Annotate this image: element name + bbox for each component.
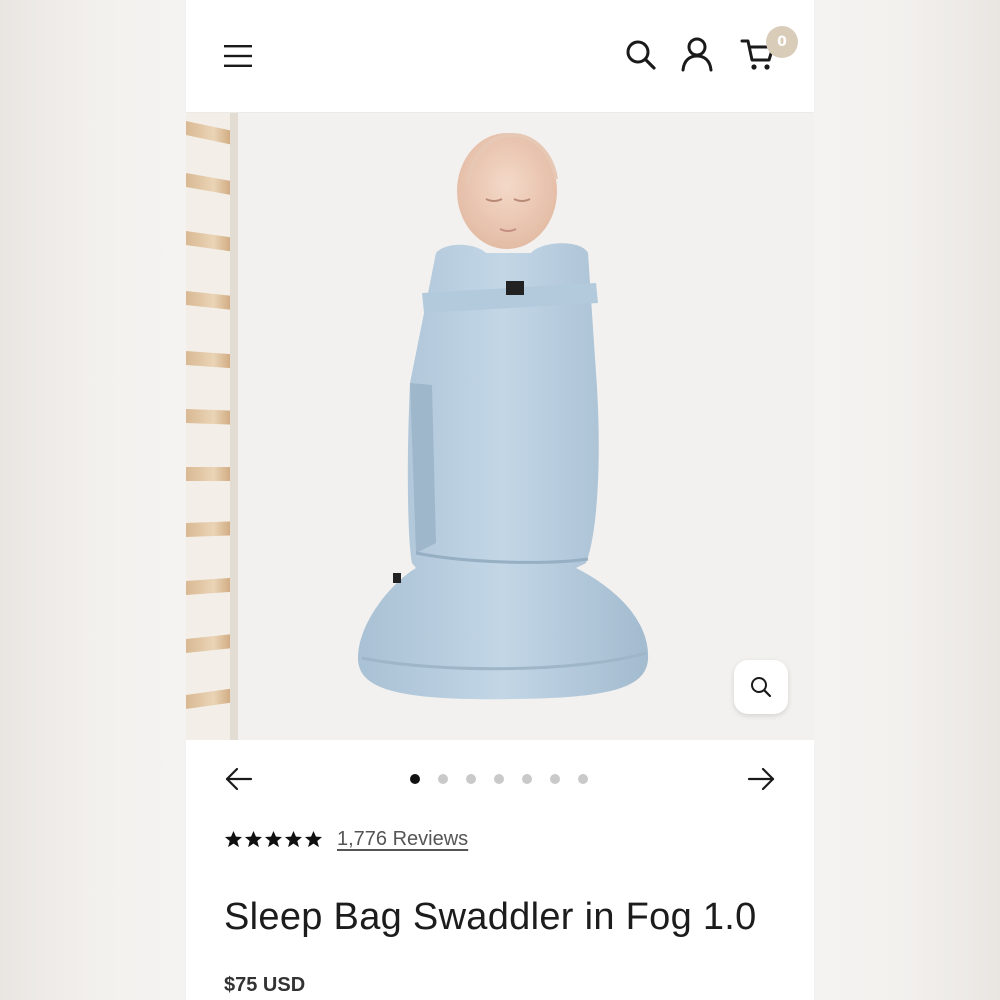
carousel-dot[interactable] bbox=[494, 774, 504, 784]
star-rating bbox=[224, 830, 323, 849]
star-icon bbox=[264, 830, 283, 848]
zoom-button[interactable] bbox=[734, 660, 788, 714]
arrow-right-icon[interactable] bbox=[746, 764, 776, 794]
reviews-link[interactable]: 1,776 Reviews bbox=[337, 828, 468, 851]
magnifier-icon bbox=[751, 677, 772, 698]
arrow-left-icon[interactable] bbox=[224, 764, 254, 794]
star-icon bbox=[284, 830, 303, 848]
search-icon[interactable] bbox=[624, 38, 658, 72]
carousel-dot[interactable] bbox=[466, 774, 476, 784]
cart-count-badge: 0 bbox=[766, 26, 798, 58]
product-price: $75 USD bbox=[224, 974, 306, 996]
carousel-dot[interactable] bbox=[550, 774, 560, 784]
product-image[interactable] bbox=[186, 113, 814, 740]
carousel-dot[interactable] bbox=[438, 774, 448, 784]
carousel-nav bbox=[186, 740, 814, 820]
rating-row: 1,776 Reviews bbox=[224, 828, 468, 851]
carousel-dot[interactable] bbox=[522, 774, 532, 784]
mobile-product-page: 0 1,776 Reviews Sleep Bag Swaddler in Fo… bbox=[186, 0, 814, 1000]
star-icon bbox=[304, 830, 323, 848]
carousel-dots bbox=[410, 774, 588, 784]
product-title: Sleep Bag Swaddler in Fog 1.0 bbox=[224, 896, 757, 938]
carousel-dot[interactable] bbox=[578, 774, 588, 784]
baby-swaddle-photo bbox=[186, 113, 814, 740]
menu-icon[interactable] bbox=[222, 42, 254, 70]
star-icon bbox=[224, 830, 243, 848]
carousel-dot[interactable] bbox=[410, 774, 420, 784]
account-icon[interactable] bbox=[680, 36, 714, 72]
site-header: 0 bbox=[186, 0, 814, 113]
star-icon bbox=[244, 830, 263, 848]
